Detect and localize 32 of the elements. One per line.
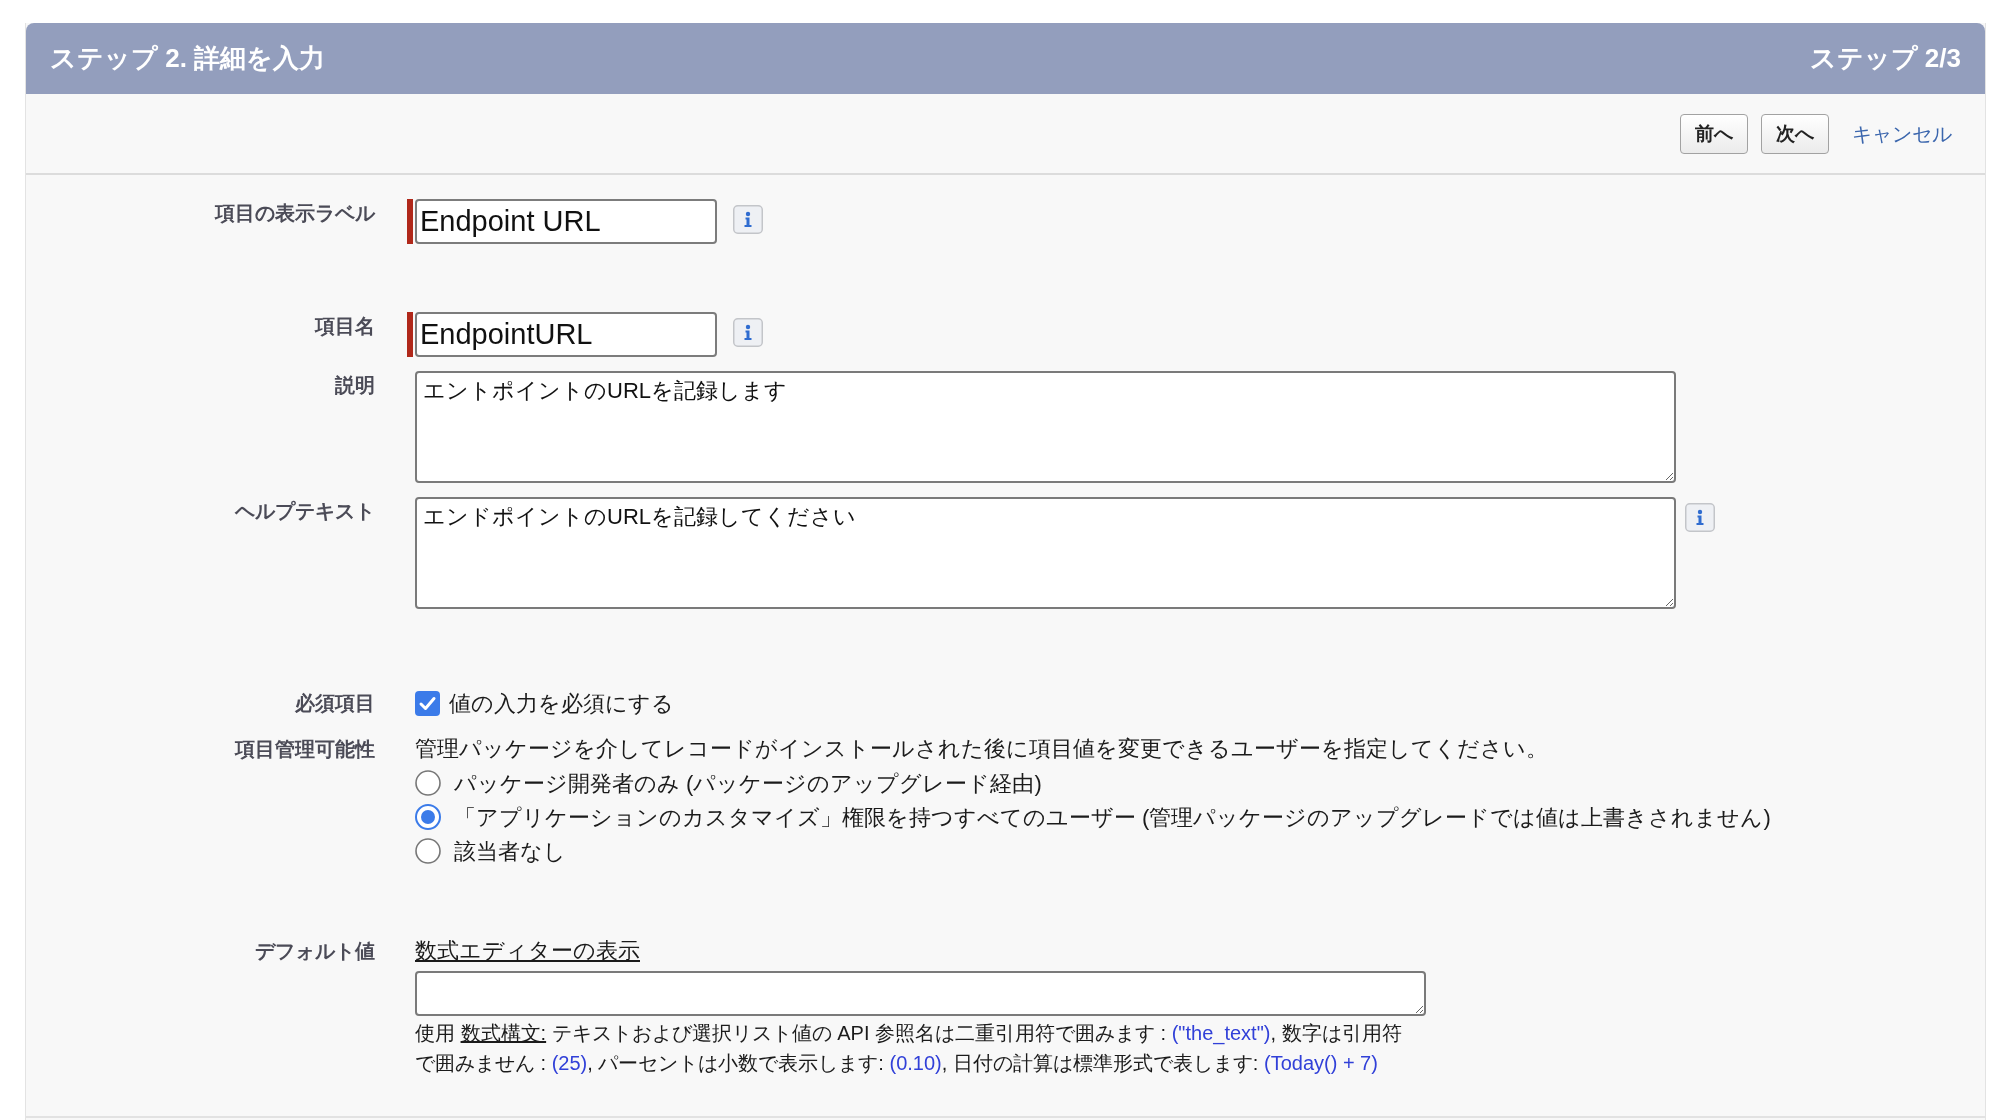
checkbox-label[interactable]: 値の入力を必須にする [449, 686, 674, 720]
radio-button[interactable] [415, 804, 441, 830]
checkbox[interactable] [415, 690, 440, 716]
toolbar-link[interactable]: キャンセル [1852, 118, 1952, 149]
info-icon[interactable] [733, 205, 763, 234]
field-label: 項目の表示ラベル [215, 202, 375, 224]
text-area[interactable]: エントポイントのURLを記録します [415, 371, 1676, 483]
field-description: 管理パッケージを介してレコードがインストールされた後に項目値を変更できるユーザーを指定してください。 [415, 735, 1549, 763]
step-indicator: ステップ 2/3 [1809, 42, 1961, 75]
radio-button[interactable] [415, 838, 441, 864]
radio-label[interactable]: パッケージ開発者のみ (パッケージのアップグレード経由) [454, 766, 1042, 800]
text-field[interactable]: Endpoint URL [415, 199, 717, 244]
info-icon[interactable] [733, 318, 763, 347]
radio-label[interactable]: 該当者なし [454, 834, 566, 868]
field-label: 説明 [335, 374, 375, 396]
help-text: 使用 数式構文: テキストおよび選択リスト値の API 参照名は二重引用符で囲みます : ("the_text"), 数字は引用符で囲みません : (25), パーセントは小数で表示します: (0.10), 日付の計算は標準形式で表します: (Today() + 7) [415, 1021, 1403, 1076]
toolbar-button[interactable]: 前へ [1680, 113, 1748, 154]
syntax-link[interactable]: 数式構文: [460, 1022, 547, 1044]
editor-link[interactable]: 数式エディターの表示 [415, 935, 640, 967]
text-area[interactable]: エンドポイントのURLを記録してください [415, 497, 1676, 609]
step-title: ステップ 2. 詳細を入力 [50, 42, 326, 75]
field-label: ヘルプテキスト [235, 500, 375, 522]
info-icon[interactable] [1685, 503, 1715, 532]
radio-label[interactable]: 「アプリケーションのカスタマイズ」権限を持つすべてのユーザー (管理パッケージのアップグレードでは値は上書きされません) [454, 800, 1771, 834]
field-label: 項目名 [315, 315, 375, 337]
field-label: 項目管理可能性 [235, 738, 375, 760]
radio-button[interactable] [415, 770, 441, 796]
field-label: 必須項目 [295, 692, 375, 714]
field-label: デフォルト値 [255, 940, 375, 962]
formula-field[interactable] [415, 971, 1426, 1016]
toolbar-button[interactable]: 次へ [1761, 113, 1829, 154]
text-field[interactable]: EndpointURL [415, 312, 717, 357]
